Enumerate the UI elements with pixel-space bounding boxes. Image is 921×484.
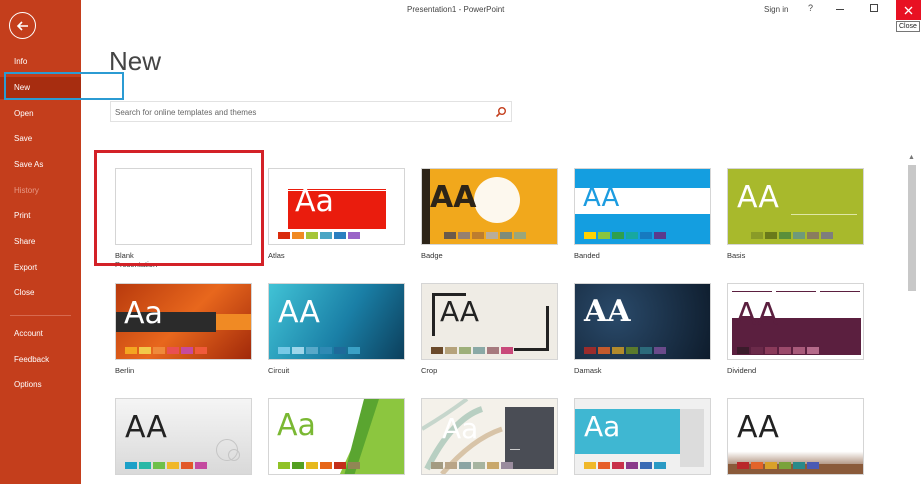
color-swatches: [584, 347, 666, 354]
template-sample-text: Aa: [584, 410, 621, 443]
template-thumbnail: AA: [115, 398, 252, 475]
template-thumbnail: AA: [421, 283, 558, 360]
template-thumbnail: AA: [727, 168, 864, 245]
template-label: Banded: [574, 251, 600, 260]
template-thumbnail: Aa: [268, 168, 405, 245]
nav-share[interactable]: Share: [0, 231, 81, 253]
template-label: Berlin: [115, 366, 135, 375]
color-swatches: [278, 347, 360, 354]
template-thumbnail: AA: [574, 283, 711, 360]
template-label: Circuit: [268, 366, 290, 375]
scroll-up-arrow-icon[interactable]: ▲: [908, 154, 915, 161]
template-sample-text: AA: [278, 295, 320, 330]
nav-feedback[interactable]: Feedback: [0, 349, 81, 371]
template-label: Atlas: [268, 251, 285, 260]
template-label: Badge: [421, 251, 443, 260]
template-thumbnail: AA: [268, 283, 405, 360]
new-item-highlight: [4, 72, 124, 100]
color-swatches: [584, 462, 666, 469]
color-swatches: [737, 347, 819, 354]
nav-divider: [10, 315, 71, 316]
droplet-circle-2: [228, 449, 240, 461]
blank-presentation-highlight: [94, 150, 264, 266]
title-bar: Presentation1 - PowerPoint Sign in ?: [81, 0, 921, 20]
nav-close[interactable]: Close: [0, 282, 81, 304]
search-icon[interactable]: [495, 106, 507, 118]
template-thumbnail: Aa: [574, 398, 711, 475]
crop-mark-right: [546, 306, 549, 350]
feathered-dark-panel: [505, 407, 554, 469]
nav-print[interactable]: Print: [0, 205, 81, 227]
back-button[interactable]: [9, 12, 36, 39]
template-label: Crop: [421, 366, 438, 375]
scroll-thumb[interactable]: [908, 165, 916, 291]
dividend-rule-3: [820, 291, 860, 292]
template-sample-text: AA: [737, 410, 779, 445]
page-title: New: [109, 46, 162, 76]
nav-info[interactable]: Info: [0, 51, 81, 73]
minimize-icon[interactable]: [836, 9, 844, 10]
nav-save[interactable]: Save: [0, 128, 81, 150]
nav-options[interactable]: Options: [0, 374, 81, 396]
crop-mark-left: [432, 293, 435, 336]
template-sample-text: AA: [737, 180, 779, 215]
color-swatches: [444, 232, 526, 239]
nav-open[interactable]: Open: [0, 103, 81, 125]
template-thumbnail: AA: [727, 283, 864, 360]
template-sample-text: Aa: [277, 408, 316, 443]
template-sample-text: Aa: [295, 184, 334, 219]
template-sample-text: AA: [583, 183, 620, 213]
nav-history: History: [14, 186, 39, 195]
template-sample-text: AA: [430, 180, 477, 215]
template-thumbnail: AA: [574, 168, 711, 245]
template-label: Damask: [574, 366, 602, 375]
back-arrow-icon: [16, 20, 28, 31]
color-swatches: [751, 232, 833, 239]
close-button[interactable]: [896, 0, 921, 20]
feathered-panel-rule: [510, 449, 520, 450]
berlin-orange-block: [216, 314, 251, 330]
template-search-box: [110, 101, 512, 122]
nav-export[interactable]: Export: [0, 257, 81, 279]
close-icon: [904, 6, 913, 14]
crop-mark-bottom: [514, 348, 549, 351]
template-thumbnail: AA: [727, 398, 864, 475]
dividend-rule-1: [732, 291, 772, 292]
template-sample-text: AA: [584, 294, 631, 329]
color-swatches: [125, 462, 207, 469]
color-swatches: [584, 232, 666, 239]
template-thumbnail: AA: [421, 168, 558, 245]
color-swatches: [737, 462, 819, 469]
template-sample-text: Aa: [442, 412, 479, 445]
basis-rule: [791, 214, 857, 215]
dividend-rule-2: [776, 291, 816, 292]
template-label: Dividend: [727, 366, 757, 375]
template-label: Basis: [727, 251, 746, 260]
template-sample-text: AA: [125, 410, 167, 445]
template-thumbnail: Aa: [115, 283, 252, 360]
template-sample-text: AA: [736, 297, 778, 332]
window-title: Presentation1 - PowerPoint: [407, 5, 505, 14]
color-swatches: [125, 347, 207, 354]
template-sample-text: Aa: [124, 296, 163, 331]
template-sample-text: AA: [440, 295, 480, 328]
template-thumbnail: Aa: [268, 398, 405, 475]
sign-in-link[interactable]: Sign in: [764, 5, 788, 14]
color-swatches: [278, 462, 360, 469]
color-swatches: [278, 232, 360, 239]
frame-gray-panel: [680, 409, 704, 467]
badge-circle: [474, 177, 520, 223]
maximize-icon[interactable]: [870, 4, 878, 12]
color-swatches: [431, 462, 513, 469]
nav-account[interactable]: Account: [0, 323, 81, 345]
search-input[interactable]: [111, 103, 481, 122]
vertical-scrollbar[interactable]: ▲: [906, 154, 917, 484]
help-button[interactable]: ?: [808, 3, 813, 13]
template-thumbnail: Aa: [421, 398, 558, 475]
color-swatches: [431, 347, 513, 354]
nav-save-as[interactable]: Save As: [0, 154, 81, 176]
badge-side-bar: [422, 169, 430, 244]
close-tooltip: Close: [896, 21, 920, 32]
